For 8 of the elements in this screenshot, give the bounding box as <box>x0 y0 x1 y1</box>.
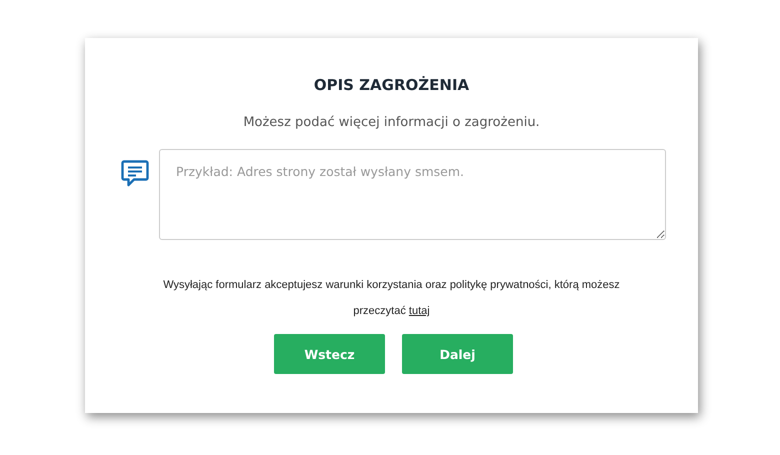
back-button[interactable]: Wstecz <box>274 334 385 374</box>
description-field[interactable]: Przykład: Adres strony został wysłany smsem. <box>159 149 666 240</box>
dialog-title: OPIS ZAGROŻENIA <box>314 75 470 95</box>
subtitle-text: Możesz podać więcej informacji o zagrożeniu. <box>243 114 540 132</box>
consent-text: Wysyłając formularz akceptujesz warunki korzystania oraz politykę prywatności, którą możesz przeczytać tutaj <box>162 278 621 319</box>
privacy-link[interactable]: tutaj <box>408 305 430 317</box>
next-button[interactable]: Dalej <box>402 334 513 374</box>
comment-icon <box>121 159 149 187</box>
